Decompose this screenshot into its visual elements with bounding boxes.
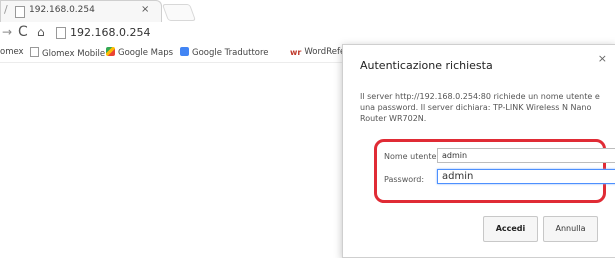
bookmark-item[interactable]: Google Traduttore [180,47,269,58]
tab-strip: / 192.168.0.254 × [0,0,615,22]
page-icon [30,47,39,57]
home-icon[interactable]: ⌂ [37,25,45,39]
google-maps-icon [106,47,115,56]
tab-edge: / [4,3,8,16]
username-label: Nome utente: [384,152,440,161]
dialog-message: Il server http://192.168.0.254:80 richie… [360,92,600,123]
bookmark-label: WordRefe [304,47,346,57]
tab-title: 192.168.0.254 [29,5,95,15]
wordreference-icon: wr [290,48,302,57]
cancel-button[interactable]: Annulla [543,216,598,242]
bookmark-label: Google Traduttore [192,48,269,58]
username-field[interactable]: admin [437,148,615,163]
reload-icon[interactable]: C [18,24,28,40]
login-button[interactable]: Accedi [483,216,538,242]
new-tab-button[interactable] [161,4,197,21]
google-translate-icon [180,47,189,56]
bookmark-label: Glomex Mobile [42,49,106,59]
page-icon [15,6,25,18]
forward-icon[interactable]: → [2,25,12,39]
password-label: Password: [384,175,425,184]
close-icon[interactable]: × [598,52,607,65]
bookmark-item[interactable]: Google Maps [106,47,173,58]
bookmark-label: omex [0,47,24,57]
bookmark-label: Google Maps [118,48,174,58]
page-icon [56,27,66,39]
password-field[interactable]: admin [437,169,615,184]
dialog-title: Autenticazione richiesta [360,59,493,72]
bookmark-item[interactable]: omex [0,47,24,57]
close-icon[interactable]: × [141,4,149,15]
address-bar[interactable]: 192.168.0.254 [70,26,150,39]
browser-tab[interactable]: / 192.168.0.254 × [0,0,162,22]
bookmark-item[interactable]: wr WordRefe [290,47,345,57]
bookmark-item[interactable]: Glomex Mobile [30,47,105,59]
